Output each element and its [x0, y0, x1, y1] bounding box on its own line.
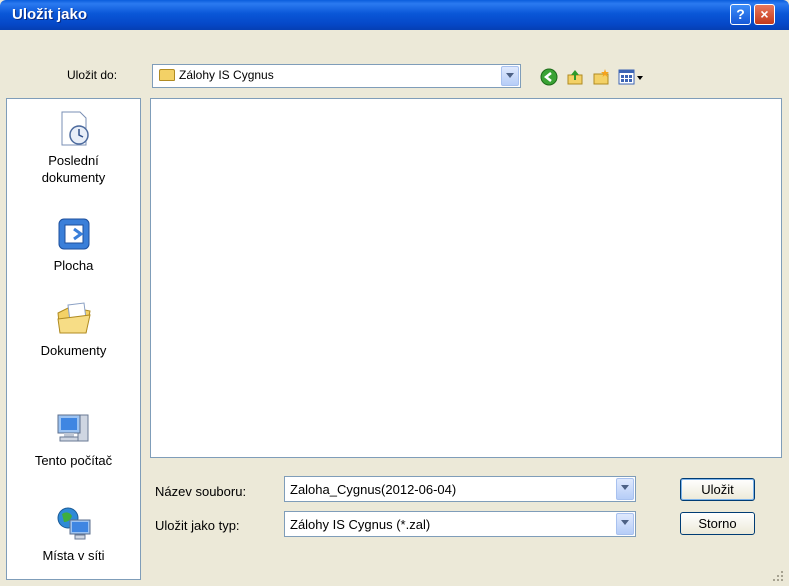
file-list[interactable]: [150, 98, 782, 458]
chevron-down-icon[interactable]: [616, 478, 634, 500]
resize-grip-icon[interactable]: [772, 570, 784, 582]
place-label: Poslední: [48, 153, 99, 168]
place-label: dokumenty: [41, 170, 106, 185]
view-menu-icon[interactable]: [618, 68, 644, 86]
close-button[interactable]: ×: [754, 4, 775, 25]
place-recent-documents[interactable]: Poslední dokumenty: [7, 109, 140, 186]
new-folder-icon[interactable]: [592, 68, 610, 86]
places-bar: Poslední dokumenty Plocha Dokumenty Tent…: [6, 98, 141, 580]
save-button[interactable]: Uložit: [680, 478, 755, 501]
place-label: Místa v síti: [42, 548, 105, 563]
filename-value[interactable]: Zaloha_Cygnus(2012-06-04): [290, 482, 456, 497]
up-folder-icon[interactable]: [566, 68, 584, 86]
dialog-title: Uložit jako: [12, 6, 88, 23]
my-computer-icon: [57, 414, 88, 442]
filename-label: Název souboru:: [155, 484, 247, 499]
filename-combo[interactable]: Zaloha_Cygnus(2012-06-04): [284, 476, 636, 502]
place-label: Dokumenty: [40, 343, 107, 358]
save-in-value: Zálohy IS Cygnus: [179, 68, 274, 82]
back-icon[interactable]: [540, 68, 558, 86]
place-label: Tento počítač: [34, 453, 113, 468]
save-in-dropdown[interactable]: Zálohy IS Cygnus: [152, 64, 521, 88]
save-in-label: Uložit do:: [67, 68, 118, 82]
title-bar[interactable]: Uložit jako ? ×: [0, 0, 789, 30]
filetype-select[interactable]: Zálohy IS Cygnus (*.zal): [284, 511, 636, 537]
network-places-icon: [57, 507, 90, 540]
filetype-label: Uložit jako typ:: [155, 518, 240, 533]
cancel-button[interactable]: Storno: [680, 512, 755, 535]
folder-icon: [159, 69, 175, 81]
place-my-documents[interactable]: Dokumenty: [7, 299, 140, 359]
desktop-icon: [58, 218, 89, 250]
chevron-down-icon[interactable]: [501, 66, 519, 86]
place-label: Plocha: [53, 258, 94, 273]
my-documents-icon: [56, 302, 91, 334]
place-network-places[interactable]: Místa v síti: [7, 504, 140, 564]
place-my-computer[interactable]: Tento počítač: [7, 409, 140, 469]
place-desktop[interactable]: Plocha: [7, 214, 140, 274]
filetype-value: Zálohy IS Cygnus (*.zal): [290, 517, 431, 532]
help-button[interactable]: ?: [730, 4, 751, 25]
recent-documents-icon: [61, 111, 89, 146]
chevron-down-icon[interactable]: [616, 513, 634, 535]
save-as-dialog: Uložit jako ? × Uložit do: Zálohy IS Cyg…: [0, 0, 789, 586]
